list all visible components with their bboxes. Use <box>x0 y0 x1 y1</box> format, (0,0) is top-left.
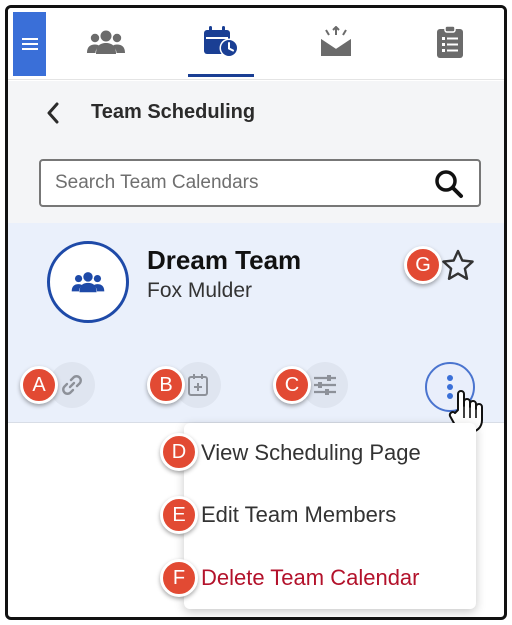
search-button[interactable] <box>433 168 465 200</box>
team-icon <box>87 30 125 54</box>
search-area <box>8 141 504 223</box>
team-avatar <box>47 241 129 323</box>
team-icon <box>71 272 105 293</box>
team-name: Dream Team <box>147 245 302 275</box>
menu-item-delete-team-calendar[interactable]: Delete Team Calendar <box>201 565 420 591</box>
active-tab-indicator <box>188 74 254 77</box>
search-icon <box>435 170 463 198</box>
callout-badge: A <box>20 366 58 404</box>
callout-badge: C <box>273 366 311 404</box>
callout-badge: D <box>160 433 198 471</box>
tab-inbox[interactable] <box>306 20 366 64</box>
menu-item-view-scheduling-page[interactable]: View Scheduling Page <box>201 440 421 466</box>
tab-teams[interactable] <box>76 20 136 64</box>
tab-tasks[interactable] <box>420 20 480 64</box>
calendar-clock-icon <box>204 26 239 58</box>
search-input[interactable] <box>55 169 415 197</box>
menu-item-edit-team-members[interactable]: Edit Team Members <box>201 502 396 528</box>
page-header: Team Scheduling <box>8 81 504 141</box>
favorite-button[interactable] <box>440 247 476 283</box>
search-box <box>39 159 481 207</box>
more-options-menu: View Scheduling Page Edit Team Members D… <box>184 423 476 609</box>
star-icon <box>442 249 474 280</box>
callout-badge: B <box>147 366 185 404</box>
hamburger-icon <box>21 38 38 50</box>
back-button[interactable] <box>46 101 66 125</box>
page-title: Team Scheduling <box>91 101 256 123</box>
team-card[interactable]: Dream Team Fox Mulder G A B C <box>8 223 504 423</box>
callout-badge: F <box>160 559 198 597</box>
hamburger-menu-button[interactable] <box>13 12 46 76</box>
top-navigation <box>8 8 504 80</box>
callout-badge: G <box>404 246 442 284</box>
clipboard-list-icon <box>437 25 463 58</box>
calendar-add-icon <box>188 374 208 396</box>
sliders-icon <box>314 375 336 395</box>
mail-inbox-icon <box>320 26 352 56</box>
tab-calendar[interactable] <box>191 20 251 64</box>
app-frame: Team Scheduling Dream Team <box>5 5 507 620</box>
callout-badge: E <box>160 496 198 534</box>
chevron-left-icon <box>47 102 59 124</box>
team-owner: Fox Mulder <box>147 279 253 302</box>
link-icon <box>62 375 82 395</box>
